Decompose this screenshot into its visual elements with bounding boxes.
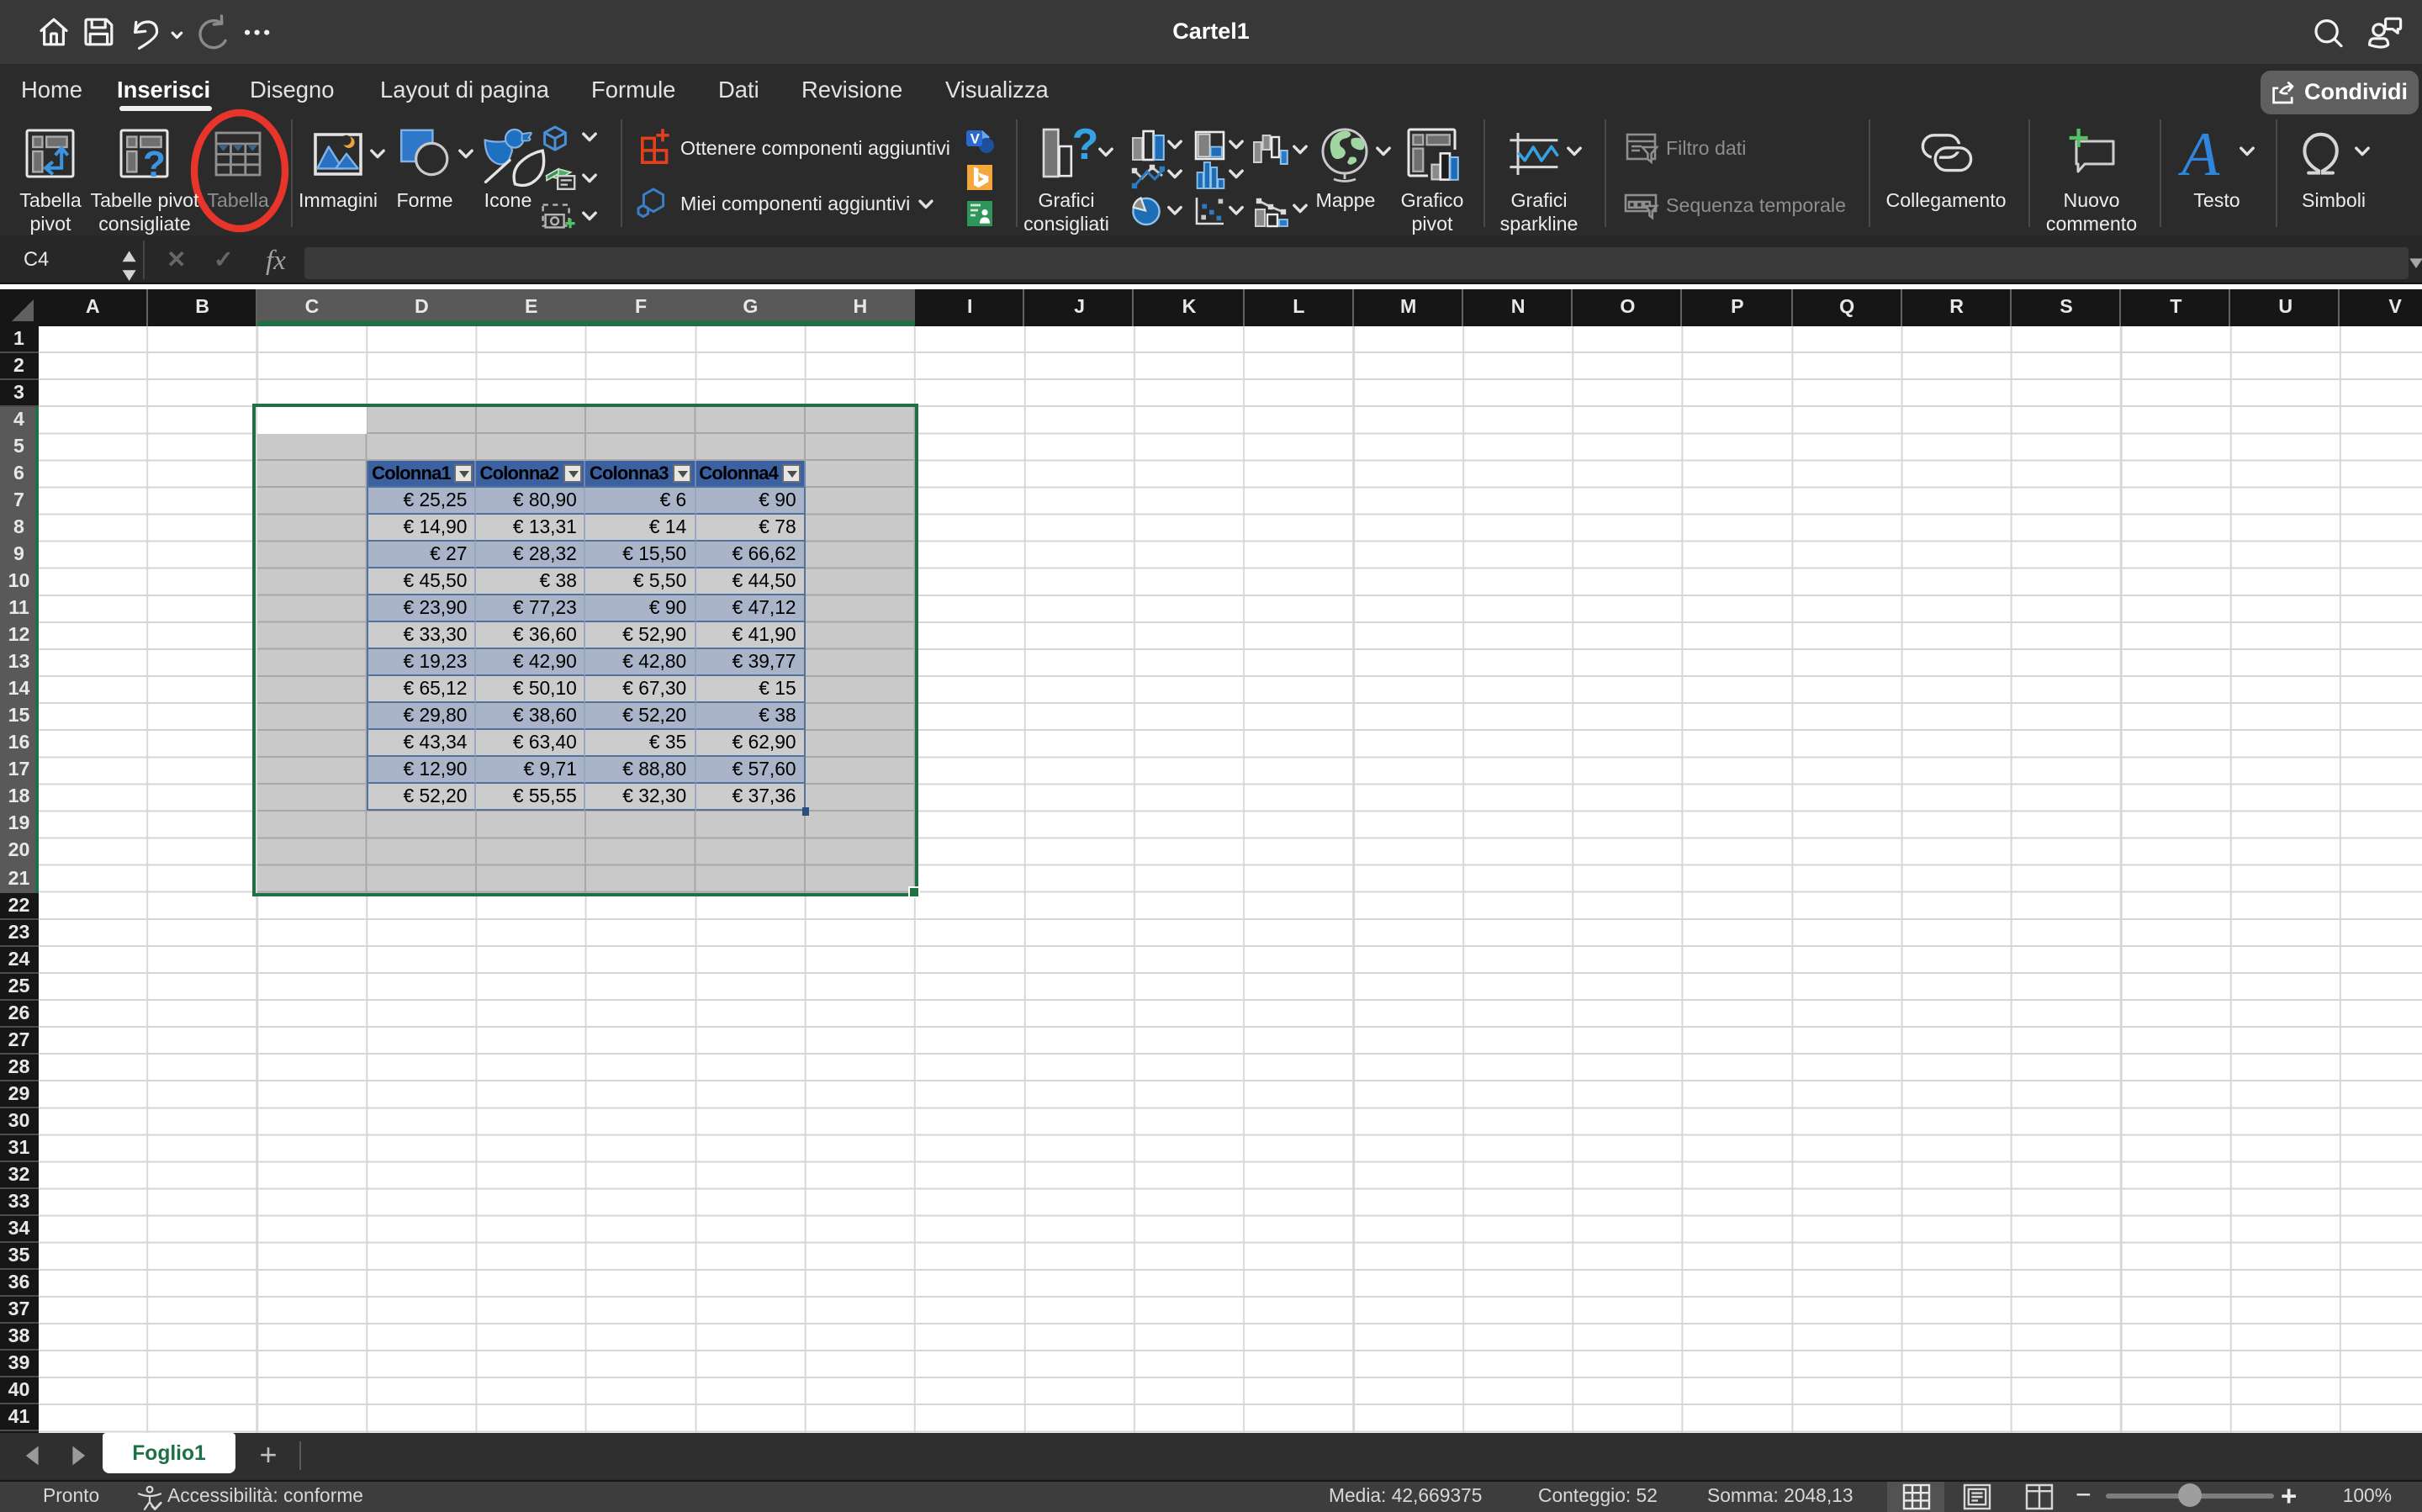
svg-text:V: V bbox=[970, 130, 981, 146]
svg-text:?: ? bbox=[143, 144, 166, 185]
svg-text:?: ? bbox=[1072, 120, 1099, 169]
svg-text:A: A bbox=[2177, 120, 2220, 189]
